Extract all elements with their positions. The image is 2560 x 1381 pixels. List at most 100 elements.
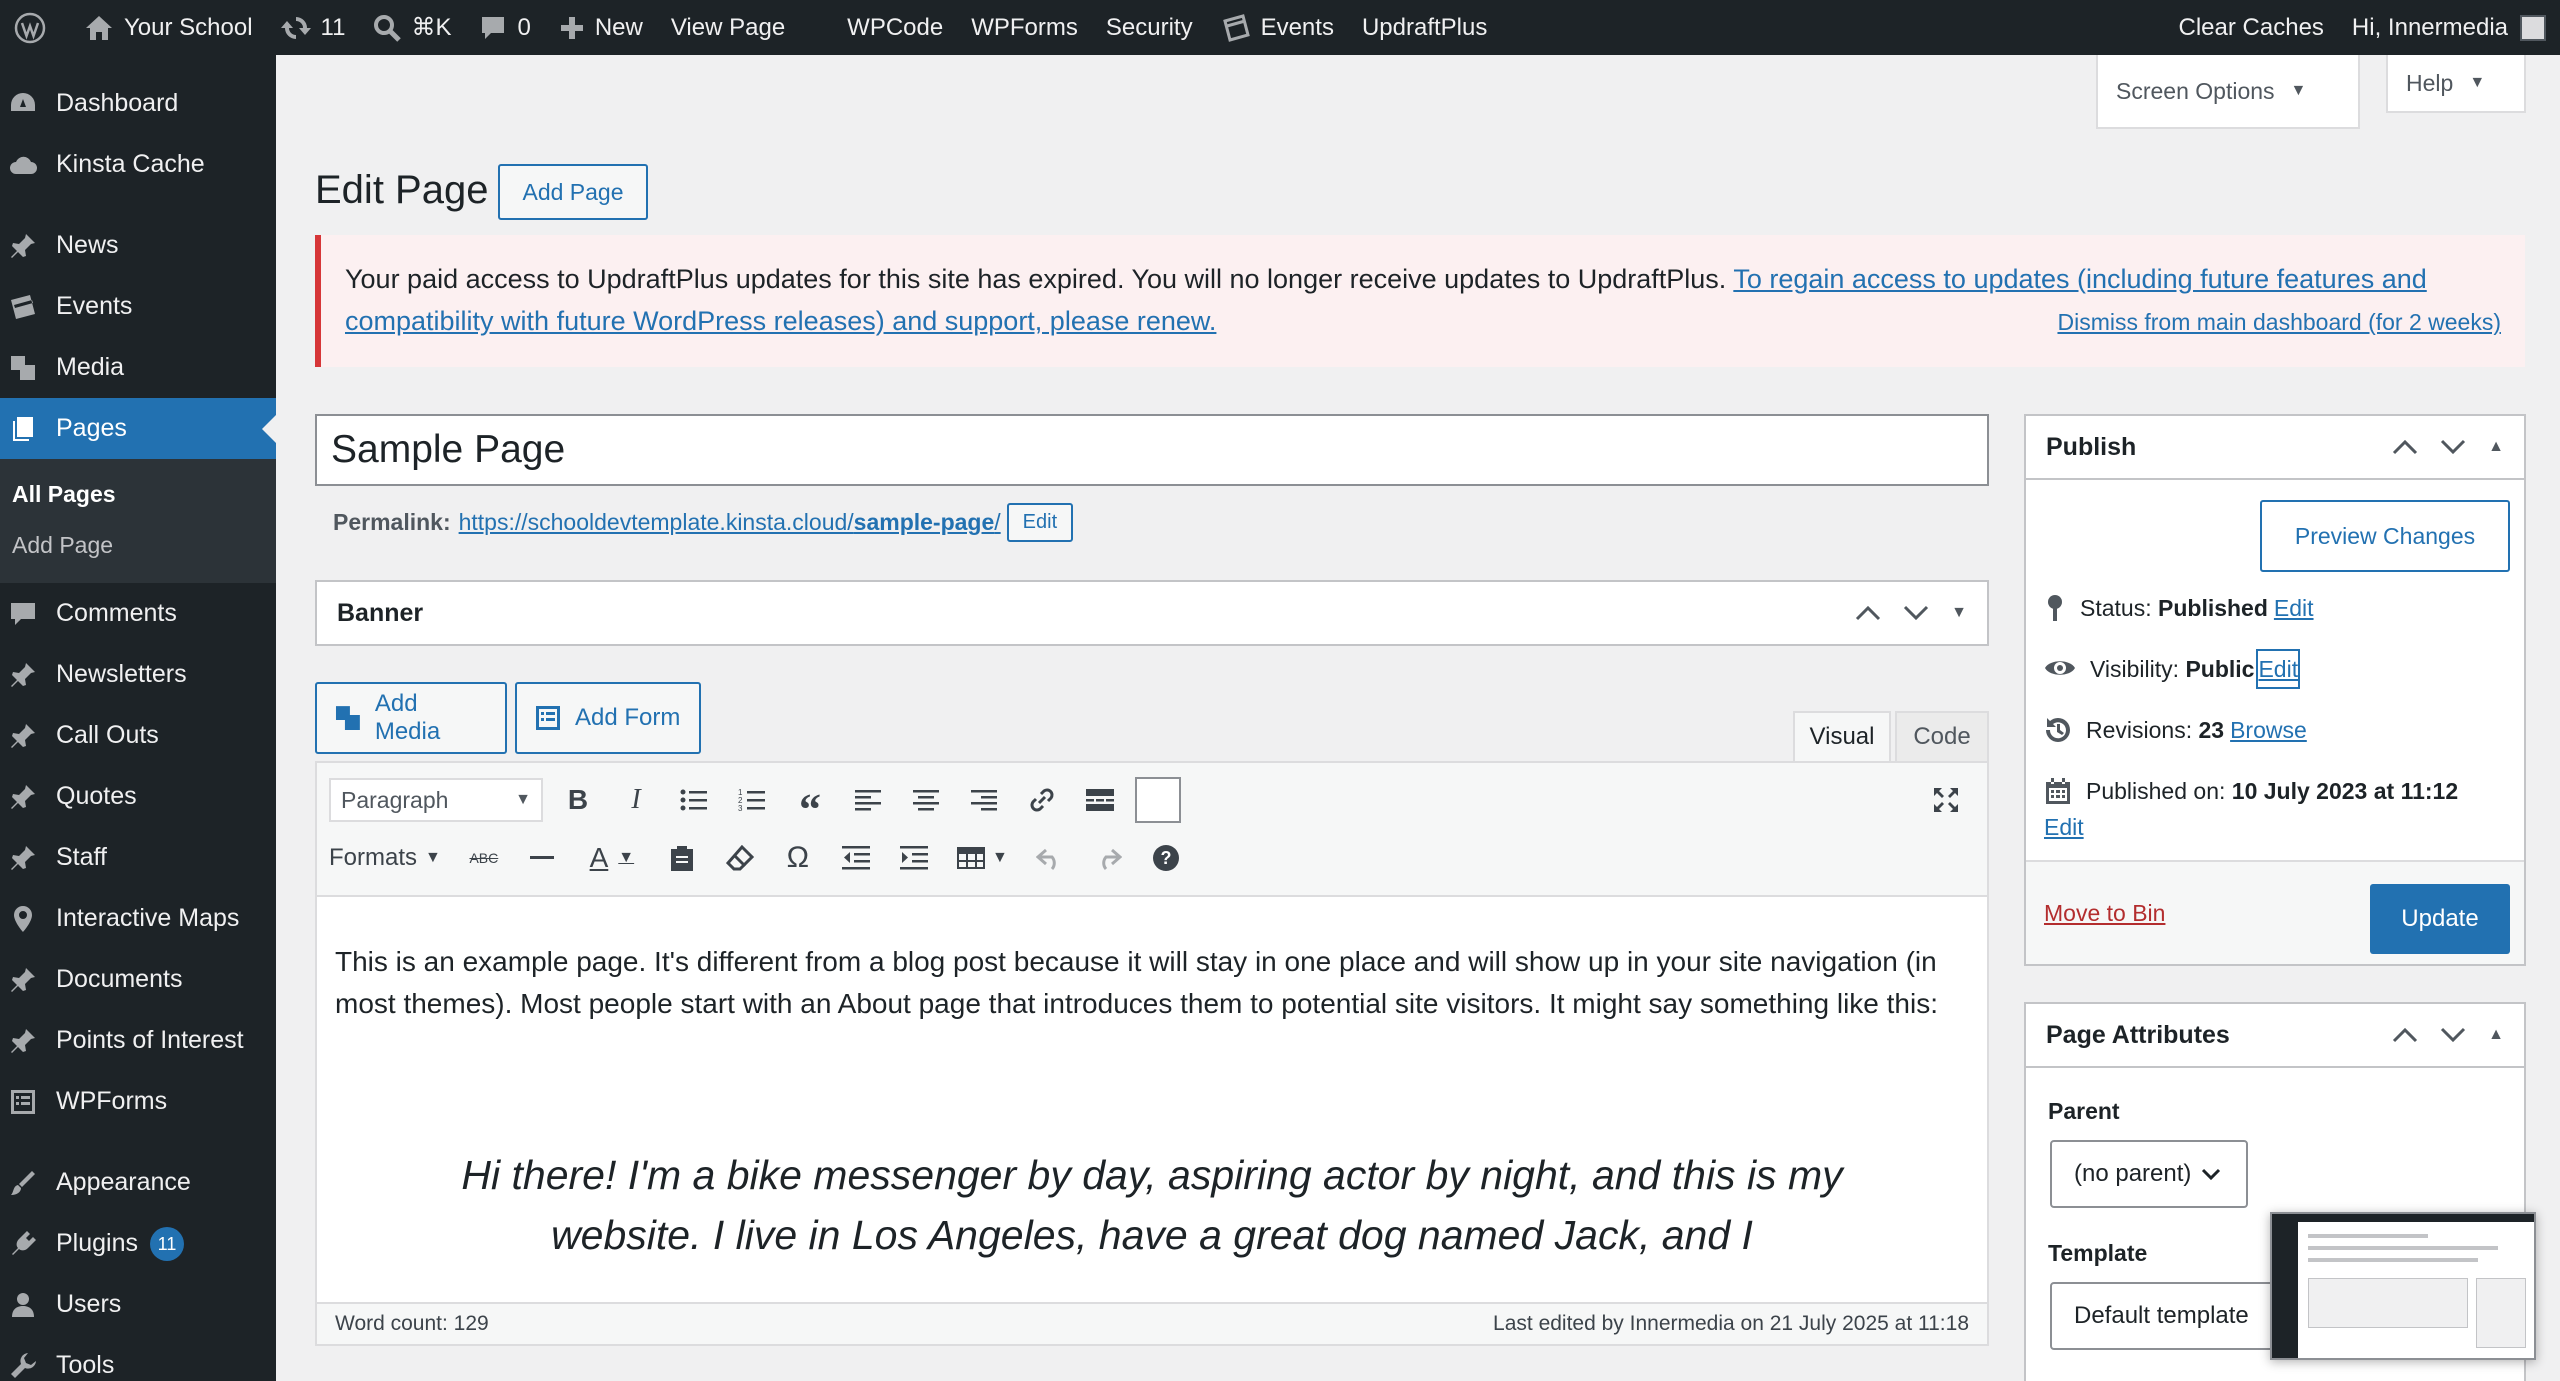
wordpress-logo-icon[interactable]: [0, 0, 70, 55]
sidebar-item-comments[interactable]: Comments: [0, 583, 276, 644]
sidebar-item-label: Interactive Maps: [56, 904, 240, 932]
parent-select[interactable]: (no parent): [2050, 1140, 2248, 1208]
new-content-menu[interactable]: New: [545, 0, 657, 55]
indent-icon[interactable]: [891, 835, 937, 881]
align-right-icon[interactable]: [961, 777, 1007, 823]
plus-icon: [560, 16, 583, 39]
sidebar-item-tools[interactable]: Tools: [0, 1335, 276, 1381]
page-attributes-header[interactable]: Page Attributes ▲: [2026, 1004, 2524, 1068]
add-page-button[interactable]: Add Page: [498, 164, 648, 220]
sidebar-item-interactive-maps[interactable]: Interactive Maps: [0, 888, 276, 949]
notice-dismiss-link[interactable]: Dismiss from main dashboard (for 2 weeks…: [2057, 301, 2501, 343]
strikethrough-icon[interactable]: ABC: [461, 835, 507, 881]
submenu-all-pages[interactable]: All Pages: [0, 469, 276, 520]
status-edit-link[interactable]: Edit: [2274, 590, 2314, 626]
bulleted-list-icon[interactable]: [671, 777, 717, 823]
text-color-icon[interactable]: A ▼: [577, 835, 647, 881]
events-menu[interactable]: Events: [1207, 0, 1348, 55]
wpcode-menu[interactable]: WPCode: [833, 0, 957, 55]
italic-icon[interactable]: I: [613, 777, 659, 823]
published-edit-link[interactable]: Edit: [2044, 809, 2514, 845]
fullscreen-icon[interactable]: [1923, 777, 1969, 823]
permalink-url[interactable]: https://schooldevtemplate.kinsta.cloud/s…: [459, 509, 1001, 536]
updates-menu[interactable]: 11: [267, 0, 360, 55]
table-icon[interactable]: ▼: [949, 835, 1015, 881]
account-menu[interactable]: Hi, Innermedia: [2338, 0, 2560, 55]
sidebar-item-users[interactable]: Users: [0, 1274, 276, 1335]
align-left-icon[interactable]: [845, 777, 891, 823]
numbered-list-icon[interactable]: 123: [729, 777, 775, 823]
move-to-bin-link[interactable]: Move to Bin: [2044, 900, 2165, 927]
formats-menu[interactable]: Formats ▼: [329, 844, 441, 872]
sidebar-item-dashboard[interactable]: Dashboard: [0, 73, 276, 134]
sidebar-item-wpforms[interactable]: WPForms: [0, 1071, 276, 1132]
media-icon: [335, 706, 360, 730]
submenu-add-page[interactable]: Add Page: [0, 520, 276, 571]
plugin-icon: [12, 1230, 36, 1255]
toggle-panel-icon[interactable]: ▲: [2488, 1026, 2504, 1044]
link-icon[interactable]: [1019, 777, 1065, 823]
wpforms-menu[interactable]: WPForms: [957, 0, 1092, 55]
banner-metabox-header[interactable]: Banner ▼: [317, 582, 1987, 644]
bold-icon[interactable]: B: [555, 777, 601, 823]
sidebar-item-appearance[interactable]: Appearance: [0, 1152, 276, 1213]
sidebar-item-quotes[interactable]: Quotes: [0, 766, 276, 827]
screen-options-button[interactable]: Screen Options ▼: [2096, 55, 2360, 129]
publish-metabox-header[interactable]: Publish ▲: [2026, 416, 2524, 480]
align-center-icon[interactable]: [903, 777, 949, 823]
tab-visual[interactable]: Visual: [1793, 711, 1891, 761]
clear-formatting-icon[interactable]: [717, 835, 763, 881]
security-menu[interactable]: Security: [1092, 0, 1207, 55]
read-more-icon[interactable]: [1077, 777, 1123, 823]
sidebar-item-plugins[interactable]: Plugins 11: [0, 1213, 276, 1274]
editor-content[interactable]: This is an example page. It's different …: [317, 897, 1987, 1303]
sidebar-item-points-of-interest[interactable]: Points of Interest: [0, 1010, 276, 1071]
sidebar-item-kinsta-cache[interactable]: Kinsta Cache: [0, 134, 276, 195]
screenshot-thumbnail[interactable]: [2270, 1212, 2536, 1360]
toggle-panel-icon[interactable]: ▼: [1951, 604, 1967, 622]
pin-icon: [11, 845, 35, 870]
redo-icon[interactable]: [1085, 835, 1131, 881]
tab-code[interactable]: Code: [1895, 711, 1989, 761]
updraftplus-menu[interactable]: UpdraftPlus: [1348, 0, 1501, 55]
sidebar-item-newsletters[interactable]: Newsletters: [0, 644, 276, 705]
sidebar-item-documents[interactable]: Documents: [0, 949, 276, 1010]
permalink-edit-button[interactable]: Edit: [1006, 503, 1074, 542]
blockquote-icon[interactable]: “: [787, 777, 833, 834]
toolbar-toggle-icon[interactable]: [1135, 777, 1181, 823]
sidebar-item-staff[interactable]: Staff: [0, 827, 276, 888]
help-circle-icon[interactable]: ?: [1143, 835, 1189, 881]
chevron-down-icon[interactable]: [2440, 1026, 2466, 1044]
view-page-link[interactable]: View Page: [657, 0, 799, 55]
revisions-browse-link[interactable]: Browse: [2230, 712, 2307, 748]
format-select-value: Paragraph: [341, 786, 449, 813]
post-title-input[interactable]: Sample Page: [315, 414, 1989, 486]
special-character-icon[interactable]: Ω: [775, 835, 821, 881]
site-name-menu[interactable]: Your School: [70, 0, 267, 55]
preview-changes-button[interactable]: Preview Changes: [2260, 500, 2510, 572]
chevron-down-icon[interactable]: [2440, 438, 2466, 456]
chevron-up-icon[interactable]: [2392, 1026, 2418, 1044]
search-shortcut[interactable]: ⌘K: [359, 0, 465, 55]
chevron-down-icon[interactable]: [1903, 604, 1929, 622]
chevron-up-icon[interactable]: [1855, 604, 1881, 622]
sidebar-item-pages[interactable]: Pages: [0, 398, 276, 459]
update-button[interactable]: Update: [2370, 884, 2510, 954]
comments-menu[interactable]: 0: [465, 0, 544, 55]
chevron-up-icon[interactable]: [2392, 438, 2418, 456]
paste-text-icon[interactable]: [659, 835, 705, 881]
help-button[interactable]: Help ▼: [2386, 55, 2526, 113]
add-media-button[interactable]: Add Media: [315, 682, 507, 754]
sidebar-item-events[interactable]: Events: [0, 276, 276, 337]
clear-caches-button[interactable]: Clear Caches: [2165, 0, 2338, 55]
undo-icon[interactable]: [1027, 835, 1073, 881]
visibility-edit-link[interactable]: Edit: [2256, 649, 2301, 689]
sidebar-item-call-outs[interactable]: Call Outs: [0, 705, 276, 766]
outdent-icon[interactable]: [833, 835, 879, 881]
add-form-button[interactable]: Add Form: [515, 682, 701, 754]
block-format-select[interactable]: Paragraph ▼: [329, 778, 543, 822]
horizontal-line-icon[interactable]: [519, 835, 565, 881]
sidebar-item-media[interactable]: Media: [0, 337, 276, 398]
sidebar-item-news[interactable]: News: [0, 215, 276, 276]
toggle-panel-icon[interactable]: ▲: [2488, 438, 2504, 456]
